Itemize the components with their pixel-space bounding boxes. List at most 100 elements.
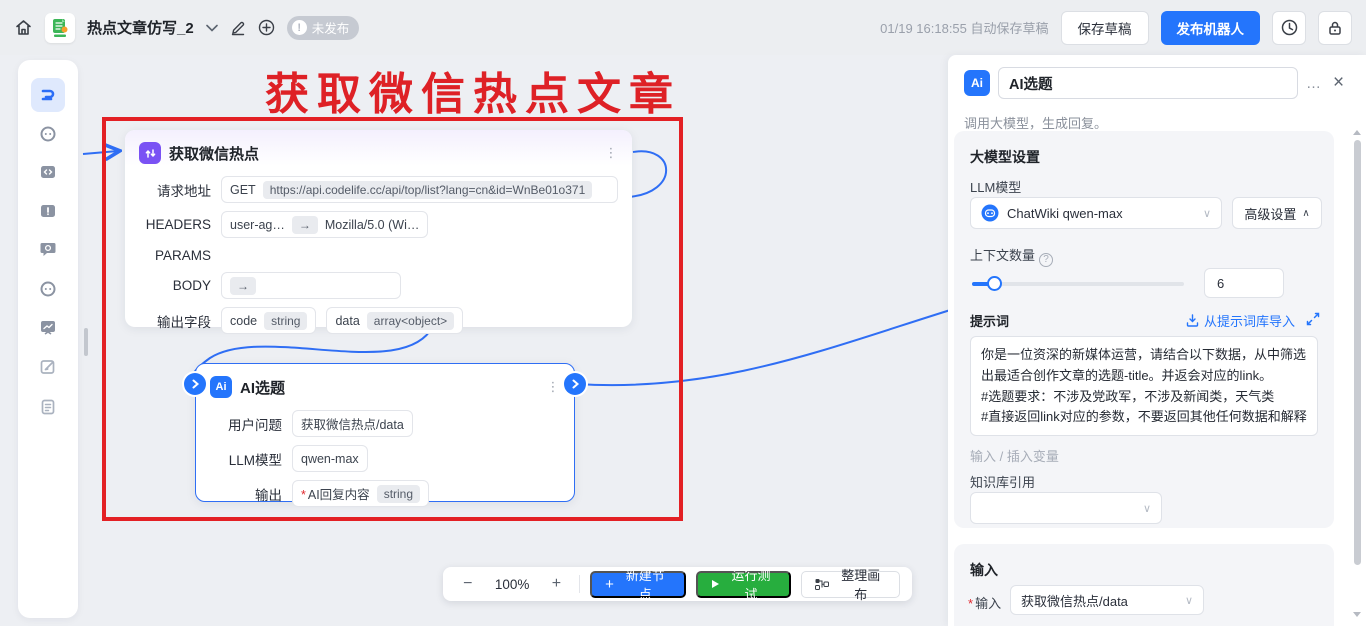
- output-name: code: [230, 314, 257, 328]
- edit-title-icon[interactable]: [230, 20, 246, 36]
- prompt-import-link[interactable]: 从提示词库导入: [1186, 311, 1295, 330]
- sidebar-item-message[interactable]: [31, 232, 65, 266]
- user-question-box[interactable]: 获取微信热点/data: [292, 410, 413, 437]
- help-icon[interactable]: ?: [1039, 253, 1053, 267]
- node-ai-topic-selection[interactable]: Ai AI选题 ⋮ 用户问题 获取微信热点/data LLM模型 qwen-ma…: [195, 363, 575, 502]
- output-type: array<object>: [367, 312, 454, 330]
- sidebar-item-form[interactable]: [31, 350, 65, 384]
- output-name: AI回复内容: [308, 488, 370, 502]
- llm-label: LLM模型: [970, 177, 1021, 196]
- llm-model-value: ChatWiki qwen-max: [1007, 206, 1123, 221]
- input-port[interactable]: [184, 373, 206, 395]
- knowledge-base-select[interactable]: ∨: [970, 492, 1162, 524]
- field-label: 请求地址: [139, 180, 211, 200]
- prompt-textarea[interactable]: 你是一位资深的新媒体运营，请结合以下数据，从中筛选出最适合创作文章的选题-tit…: [970, 336, 1318, 436]
- autosave-status: 01/19 16:18:55 自动保存草稿: [880, 18, 1048, 37]
- request-url-box[interactable]: GET https://api.codelife.cc/api/top/list…: [221, 176, 618, 203]
- llm-model-select[interactable]: ChatWiki qwen-max ∨: [970, 197, 1222, 229]
- node-get-wechat-hotspots[interactable]: 获取微信热点 ⋮ 请求地址 GET https://api.codelife.c…: [125, 130, 632, 327]
- output-name: data: [335, 314, 359, 328]
- publish-bot-button[interactable]: 发布机器人: [1161, 11, 1261, 45]
- arrange-canvas-label: 整理画布: [835, 565, 886, 603]
- bot-logo[interactable]: [45, 13, 75, 43]
- arrange-canvas-button[interactable]: 整理画布: [801, 571, 900, 598]
- document-icon: [39, 398, 57, 416]
- new-node-button[interactable]: + 新建节点: [590, 571, 686, 598]
- context-count-input[interactable]: 6: [1204, 268, 1284, 298]
- section-title: 大模型设置: [970, 147, 1040, 167]
- output-type: string: [377, 485, 420, 503]
- home-icon[interactable]: [14, 18, 33, 37]
- advanced-settings-button[interactable]: 高级设置 ∧: [1232, 197, 1322, 229]
- zoom-in-button[interactable]: +: [544, 575, 570, 593]
- headers-box[interactable]: user-ag… → Mozilla/5.0 (Wi…: [221, 211, 428, 238]
- user-question-value: 获取微信热点/data: [301, 414, 404, 433]
- run-test-button[interactable]: 运行测试: [696, 571, 792, 598]
- left-sidebar: [18, 60, 78, 618]
- sidebar-item-agent[interactable]: [31, 272, 65, 306]
- context-slider[interactable]: [972, 282, 1184, 286]
- chevron-up-icon: ∧: [1302, 208, 1309, 219]
- plus-icon: +: [605, 576, 614, 593]
- history-button[interactable]: [1272, 11, 1306, 45]
- required-mark: *: [301, 488, 306, 502]
- scroll-up-arrow[interactable]: [1353, 130, 1361, 135]
- output-field-code[interactable]: code string: [221, 307, 316, 334]
- sidebar-item-workflow[interactable]: [31, 78, 65, 112]
- add-icon[interactable]: [258, 19, 275, 36]
- node-title: AI选题: [240, 377, 538, 398]
- lock-button[interactable]: [1318, 11, 1352, 45]
- headers-key: user-ag…: [230, 218, 285, 232]
- ai-output-box[interactable]: *AI回复内容 string: [292, 480, 429, 507]
- expand-icon[interactable]: [1306, 312, 1320, 326]
- input-variable-select[interactable]: 获取微信热点/data ∨: [1010, 585, 1204, 615]
- sidebar-resize-handle[interactable]: [84, 328, 88, 356]
- sitemap-icon: [815, 578, 829, 590]
- node-config-panel: Ai AI选题 … × 调用大模型，生成回复。 大模型设置 LLM模型 Chat…: [948, 55, 1366, 626]
- ai-node-icon: Ai: [210, 376, 232, 398]
- slider-handle[interactable]: [987, 276, 1002, 291]
- save-draft-button[interactable]: 保存草稿: [1061, 11, 1149, 45]
- zoom-out-button[interactable]: −: [455, 575, 481, 593]
- node-menu-icon[interactable]: ⋮: [546, 385, 560, 389]
- sidebar-item-bot[interactable]: [31, 117, 65, 151]
- exclamation-icon: !: [292, 20, 307, 35]
- sidebar-item-code[interactable]: [31, 155, 65, 189]
- sidebar-item-alert[interactable]: [31, 194, 65, 228]
- bot-title: 热点文章仿写_2: [87, 17, 194, 38]
- llm-model-value: qwen-max: [301, 452, 359, 466]
- chevron-down-icon: ∨: [1203, 207, 1211, 220]
- prompt-label: 提示词: [970, 311, 1009, 330]
- panel-scrollbar[interactable]: [1354, 140, 1361, 565]
- node-menu-icon[interactable]: ⋮: [604, 151, 618, 155]
- output-port[interactable]: [564, 373, 586, 395]
- scroll-down-arrow[interactable]: [1353, 612, 1361, 617]
- llm-model-box[interactable]: qwen-max: [292, 445, 368, 472]
- field-label: HEADERS: [139, 217, 211, 232]
- arrow-right-icon: →: [292, 216, 318, 234]
- chevron-down-icon[interactable]: [206, 24, 218, 32]
- new-node-label: 新建节点: [620, 565, 671, 603]
- input-label: *输入: [968, 593, 1001, 612]
- ai-node-icon: Ai: [964, 70, 990, 96]
- input-variable-value: 获取微信热点/data: [1021, 591, 1128, 610]
- chat-bubble-icon: [39, 240, 57, 258]
- body-box[interactable]: →: [221, 272, 401, 299]
- knowledge-base-label: 知识库引用: [970, 472, 1035, 491]
- output-field-data[interactable]: data array<object>: [326, 307, 463, 334]
- close-icon[interactable]: ×: [1333, 72, 1344, 94]
- panel-menu-icon[interactable]: …: [1306, 75, 1321, 92]
- sidebar-item-stats[interactable]: [31, 310, 65, 344]
- field-label: 输出字段: [139, 311, 211, 331]
- insert-variable-hint[interactable]: 输入 / 插入变量: [970, 446, 1059, 465]
- prompt-import-label: 从提示词库导入: [1204, 311, 1295, 330]
- agent-face-icon: [39, 280, 57, 298]
- field-label: BODY: [139, 278, 211, 293]
- node-name-input[interactable]: AI选题: [998, 67, 1298, 99]
- chatwiki-model-icon: [981, 204, 999, 222]
- http-node-icon: [139, 142, 161, 164]
- status-badge: ! 未发布: [287, 16, 360, 40]
- bot-face-icon: [39, 125, 57, 143]
- sidebar-item-docs[interactable]: [31, 390, 65, 424]
- node-description: 调用大模型，生成回复。: [964, 113, 1107, 132]
